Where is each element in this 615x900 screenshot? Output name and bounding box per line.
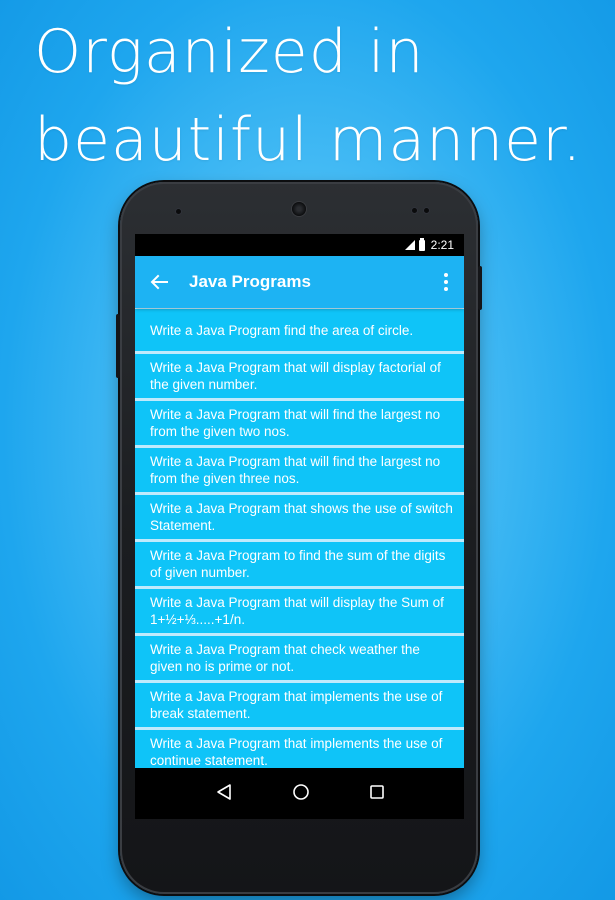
- nav-bar: [135, 768, 464, 819]
- front-camera: [292, 202, 306, 216]
- list-item[interactable]: Write a Java Program that will display t…: [135, 589, 464, 633]
- nav-recents-icon[interactable]: [369, 784, 385, 805]
- front-sensor: [176, 209, 181, 214]
- power-button: [478, 266, 482, 310]
- app-bar: Java Programs: [135, 256, 464, 308]
- list-item[interactable]: Write a Java Program that implements the…: [135, 683, 464, 727]
- headline-line-1: Organized in: [34, 17, 425, 87]
- list-item[interactable]: Write a Java Program to find the sum of …: [135, 542, 464, 586]
- headline-line-2: beautiful manner.: [34, 105, 583, 175]
- list-item[interactable]: Write a Java Program that check weather …: [135, 636, 464, 680]
- page-title: Java Programs: [189, 272, 311, 291]
- proximity-sensor: [412, 208, 417, 213]
- program-list: Write a Java Program find the area of ci…: [135, 308, 464, 768]
- arrow-left-icon[interactable]: [135, 256, 183, 308]
- light-sensor: [424, 208, 429, 213]
- status-time: 2:21: [430, 238, 454, 252]
- nav-back-icon[interactable]: [215, 783, 233, 806]
- nav-home-icon[interactable]: [292, 783, 310, 806]
- more-vert-icon[interactable]: [428, 256, 464, 308]
- phone-frame: 2:21 Java Programs Write a Java Program …: [116, 182, 482, 894]
- status-bar: 2:21: [135, 234, 464, 256]
- list-item[interactable]: Write a Java Program that will display f…: [135, 354, 464, 398]
- battery-icon: [418, 237, 425, 251]
- list-item[interactable]: Write a Java Program find the area of ci…: [135, 309, 464, 351]
- phone-screen: 2:21 Java Programs Write a Java Program …: [135, 234, 464, 819]
- list-item[interactable]: Write a Java Program that will find the …: [135, 401, 464, 445]
- promo-headline: Organized in beautiful manner.: [34, 8, 614, 184]
- volume-button: [116, 314, 120, 378]
- list-item[interactable]: Write a Java Program that will find the …: [135, 448, 464, 492]
- list-item[interactable]: Write a Java Program that shows the use …: [135, 495, 464, 539]
- list-item[interactable]: Write a Java Program that implements the…: [135, 730, 464, 768]
- signal-icon: [404, 240, 415, 250]
